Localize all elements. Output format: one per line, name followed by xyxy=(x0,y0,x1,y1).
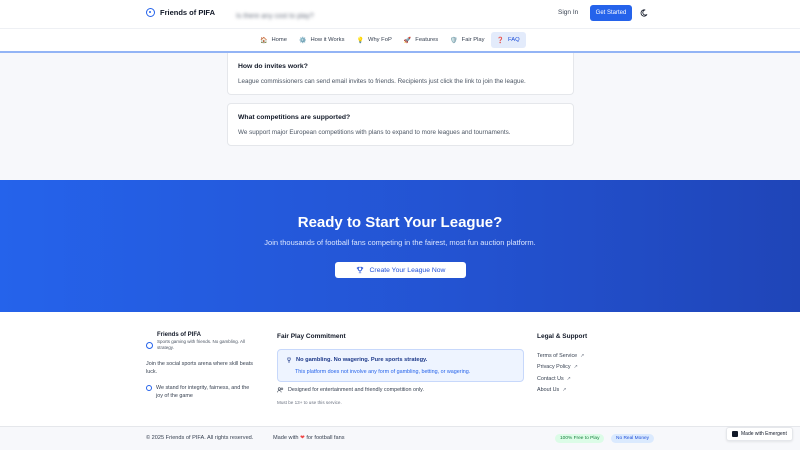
search-input[interactable]: Is there any cost to play? xyxy=(230,5,550,23)
nav-item-why-fop[interactable]: 💡 Why FoP xyxy=(350,32,397,48)
free-badge: 100% Free to Play xyxy=(555,434,605,443)
faq-answer: League commissioners can send email invi… xyxy=(238,78,526,85)
made-suffix: for football fans xyxy=(306,435,345,441)
cta-title: Ready to Start Your League? xyxy=(297,214,503,231)
faq-question: How do invites work? xyxy=(238,63,308,70)
top-header: Friends of PIFA Is there any cost to pla… xyxy=(0,0,800,28)
nav-item-label: FAQ xyxy=(508,37,520,43)
brand-link[interactable]: Friends of PIFA xyxy=(146,8,215,17)
fair-play-notice-text: This platform does not involve any form … xyxy=(295,369,471,375)
cta-subtitle: Join thousands of football fans competin… xyxy=(264,238,536,247)
entertainment-text: Designed for entertainment and friendly … xyxy=(288,387,424,393)
external-link-icon: ↗ xyxy=(580,352,585,359)
globe-logo-icon xyxy=(146,342,153,349)
emergent-logo-icon xyxy=(732,431,738,437)
privacy-link-label: Privacy Policy xyxy=(537,364,571,371)
terms-link[interactable]: Terms of Service ↗ xyxy=(537,350,584,362)
about-link-label: About Us xyxy=(537,387,560,394)
terms-link-label: Terms of Service xyxy=(537,352,578,359)
faq-card[interactable]: How do invites work? League commissioner… xyxy=(227,53,574,95)
footer-tagline: Sports gaming with friends. No gambling.… xyxy=(157,339,246,350)
section-nav: 🏠 Home ⚙️ How it Works 💡 Why FoP 🚀 Featu… xyxy=(0,28,800,53)
nav-item-label: Fair Play xyxy=(461,37,485,43)
faq-card[interactable]: What competitions are supported? We supp… xyxy=(227,103,574,146)
bulb-icon: 💡 xyxy=(356,37,364,44)
bottom-bar: © 2025 Friends of PIFA. All rights reser… xyxy=(0,426,800,450)
copyright: © 2025 Friends of PIFA. All rights reser… xyxy=(146,435,254,441)
footer-brand-name: Friends of PIFA xyxy=(157,332,202,338)
privacy-link[interactable]: Privacy Policy ↗ xyxy=(537,362,584,374)
gear-icon: ⚙️ xyxy=(298,37,307,44)
made-with-note: Made with ❤ for football fans xyxy=(273,435,345,441)
nav-item-label: How it Works xyxy=(310,37,345,43)
nav-item-home[interactable]: 🏠 Home xyxy=(254,32,293,48)
sign-in-link[interactable]: Sign In xyxy=(558,9,578,16)
create-league-label: Create Your League Now xyxy=(369,266,446,274)
question-icon: ❓ xyxy=(496,37,505,44)
heart-icon: ❤ xyxy=(300,435,305,441)
fair-play-notice: No gambling. No wagering. Pure sports st… xyxy=(277,349,524,382)
brand-name: Friends of PIFA xyxy=(160,8,216,17)
globe-logo-icon xyxy=(146,8,155,17)
nav-item-label: Home xyxy=(271,37,287,43)
circle-check-icon xyxy=(146,385,152,391)
footer-brand: Friends of PIFA Sports gaming with frien… xyxy=(146,332,262,351)
fair-play-title: Fair Play Commitment xyxy=(277,333,346,340)
nav-item-faq[interactable]: ❓ FAQ xyxy=(490,32,526,48)
fair-play-notice-title: No gambling. No wagering. Pure sports st… xyxy=(296,357,428,363)
external-link-icon: ↗ xyxy=(562,387,567,394)
trophy-icon xyxy=(356,266,363,274)
footer-value-text: We stand for integrity, fairness, and th… xyxy=(156,385,250,399)
create-league-button[interactable]: Create Your League Now xyxy=(335,262,466,278)
entertainment-note: Designed for entertainment and friendly … xyxy=(277,387,424,393)
moon-icon[interactable] xyxy=(640,9,648,17)
external-link-icon: ↗ xyxy=(573,364,578,371)
nav-item-features[interactable]: 🚀 Features xyxy=(398,32,444,48)
cta-section: Ready to Start Your League? Join thousan… xyxy=(0,180,800,312)
get-started-button[interactable]: Get Started xyxy=(590,5,632,21)
footer-description: Join the social sports arena where skill… xyxy=(146,361,253,375)
emergent-label: Made with Emergent xyxy=(741,431,787,437)
footer-value: We stand for integrity, fairness, and th… xyxy=(146,384,256,400)
shield-icon: 🛡️ xyxy=(450,37,458,44)
no-money-badge: No Real Money xyxy=(611,434,655,443)
search-input-value: Is there any cost to play? xyxy=(236,13,314,20)
contact-link-label: Contact Us xyxy=(537,375,564,382)
nav-item-label: Why FoP xyxy=(367,37,392,43)
about-link[interactable]: About Us ↗ xyxy=(537,385,584,397)
made-prefix: Made with xyxy=(273,435,299,441)
legal-title: Legal & Support xyxy=(537,333,588,340)
users-icon xyxy=(277,387,284,393)
rocket-icon: 🚀 xyxy=(403,37,412,44)
contact-link[interactable]: Contact Us ↗ xyxy=(537,373,584,385)
age-note: Must be 13+ to use this service. xyxy=(277,400,342,405)
faq-question: What competitions are supported? xyxy=(238,114,351,121)
emergent-badge[interactable]: Made with Emergent xyxy=(726,427,793,441)
nav-item-fair-play[interactable]: 🛡️ Fair Play xyxy=(444,32,490,48)
nav-item-how-it-works[interactable]: ⚙️ How it Works xyxy=(293,32,351,48)
trophy-icon xyxy=(287,357,291,363)
external-link-icon: ↗ xyxy=(566,375,571,382)
nav-item-label: Features xyxy=(415,37,439,43)
footer: Friends of PIFA Sports gaming with frien… xyxy=(0,312,800,426)
home-icon: 🏠 xyxy=(260,37,268,44)
legal-links: Terms of Service ↗ Privacy Policy ↗ Contac… xyxy=(537,350,584,396)
faq-answer: We support major European competitions w… xyxy=(238,129,511,136)
